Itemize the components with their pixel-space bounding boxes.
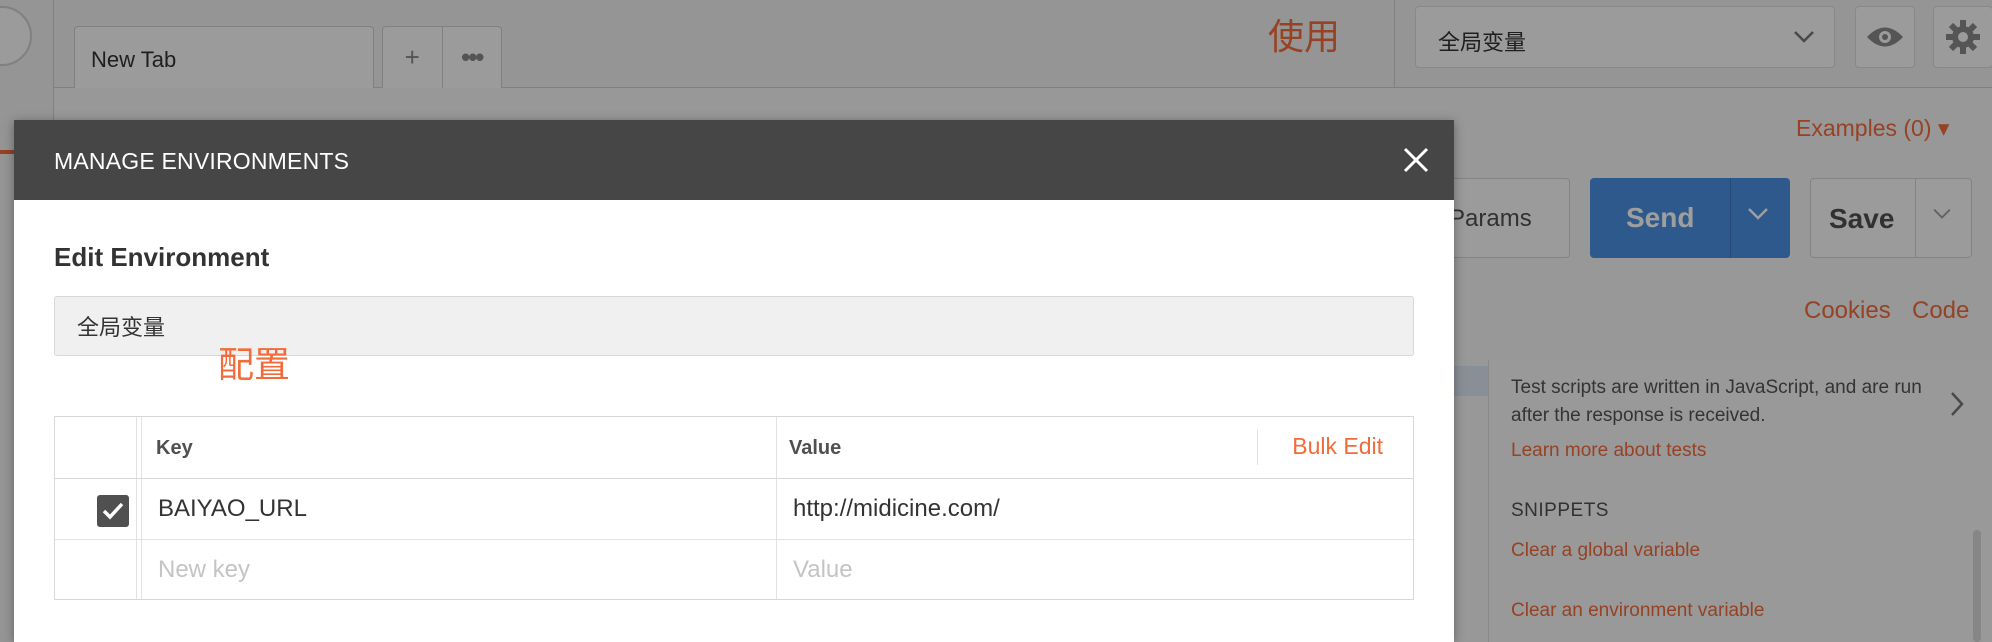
- close-icon[interactable]: [1398, 142, 1434, 178]
- edit-environment-heading: Edit Environment: [54, 242, 270, 272]
- header-check-cell: [55, 417, 137, 478]
- annotation-config: 配置: [218, 344, 291, 385]
- bulk-edit-divider: [1257, 429, 1258, 465]
- row-enabled-checkbox[interactable]: [97, 495, 129, 527]
- modal-header: MANAGE ENVIRONMENTS: [14, 120, 1454, 200]
- table-header-row: Key Value Bulk Edit: [55, 417, 1413, 479]
- row-key-cell[interactable]: BAIYAO_URL: [141, 479, 777, 539]
- modal-title: MANAGE ENVIRONMENTS: [54, 148, 350, 174]
- bulk-edit-link[interactable]: Bulk Edit: [1292, 433, 1383, 460]
- row-check-cell: [55, 479, 137, 539]
- checkmark-icon: [102, 502, 124, 520]
- new-key-placeholder: New key: [158, 556, 251, 583]
- new-key-input[interactable]: New key: [141, 540, 777, 599]
- row-key-text: BAIYAO_URL: [158, 495, 307, 522]
- key-header-cell: Key: [141, 417, 777, 478]
- new-value-placeholder: Value: [793, 556, 853, 583]
- new-value-input[interactable]: Value: [777, 540, 1413, 599]
- value-header: Value: [789, 437, 842, 459]
- table-row: BAIYAO_URL http://midicine.com/: [55, 479, 1413, 539]
- variables-table: Key Value Bulk Edit BAIYAO_URL http://mi…: [54, 416, 1414, 600]
- value-header-cell: Value Bulk Edit: [777, 417, 1413, 478]
- key-header: Key: [156, 437, 193, 459]
- new-variable-row: New key Value: [55, 539, 1413, 599]
- new-row-check-cell: [55, 540, 137, 599]
- row-value-text: http://midicine.com/: [793, 495, 1000, 522]
- row-value-cell[interactable]: http://midicine.com/: [777, 479, 1413, 539]
